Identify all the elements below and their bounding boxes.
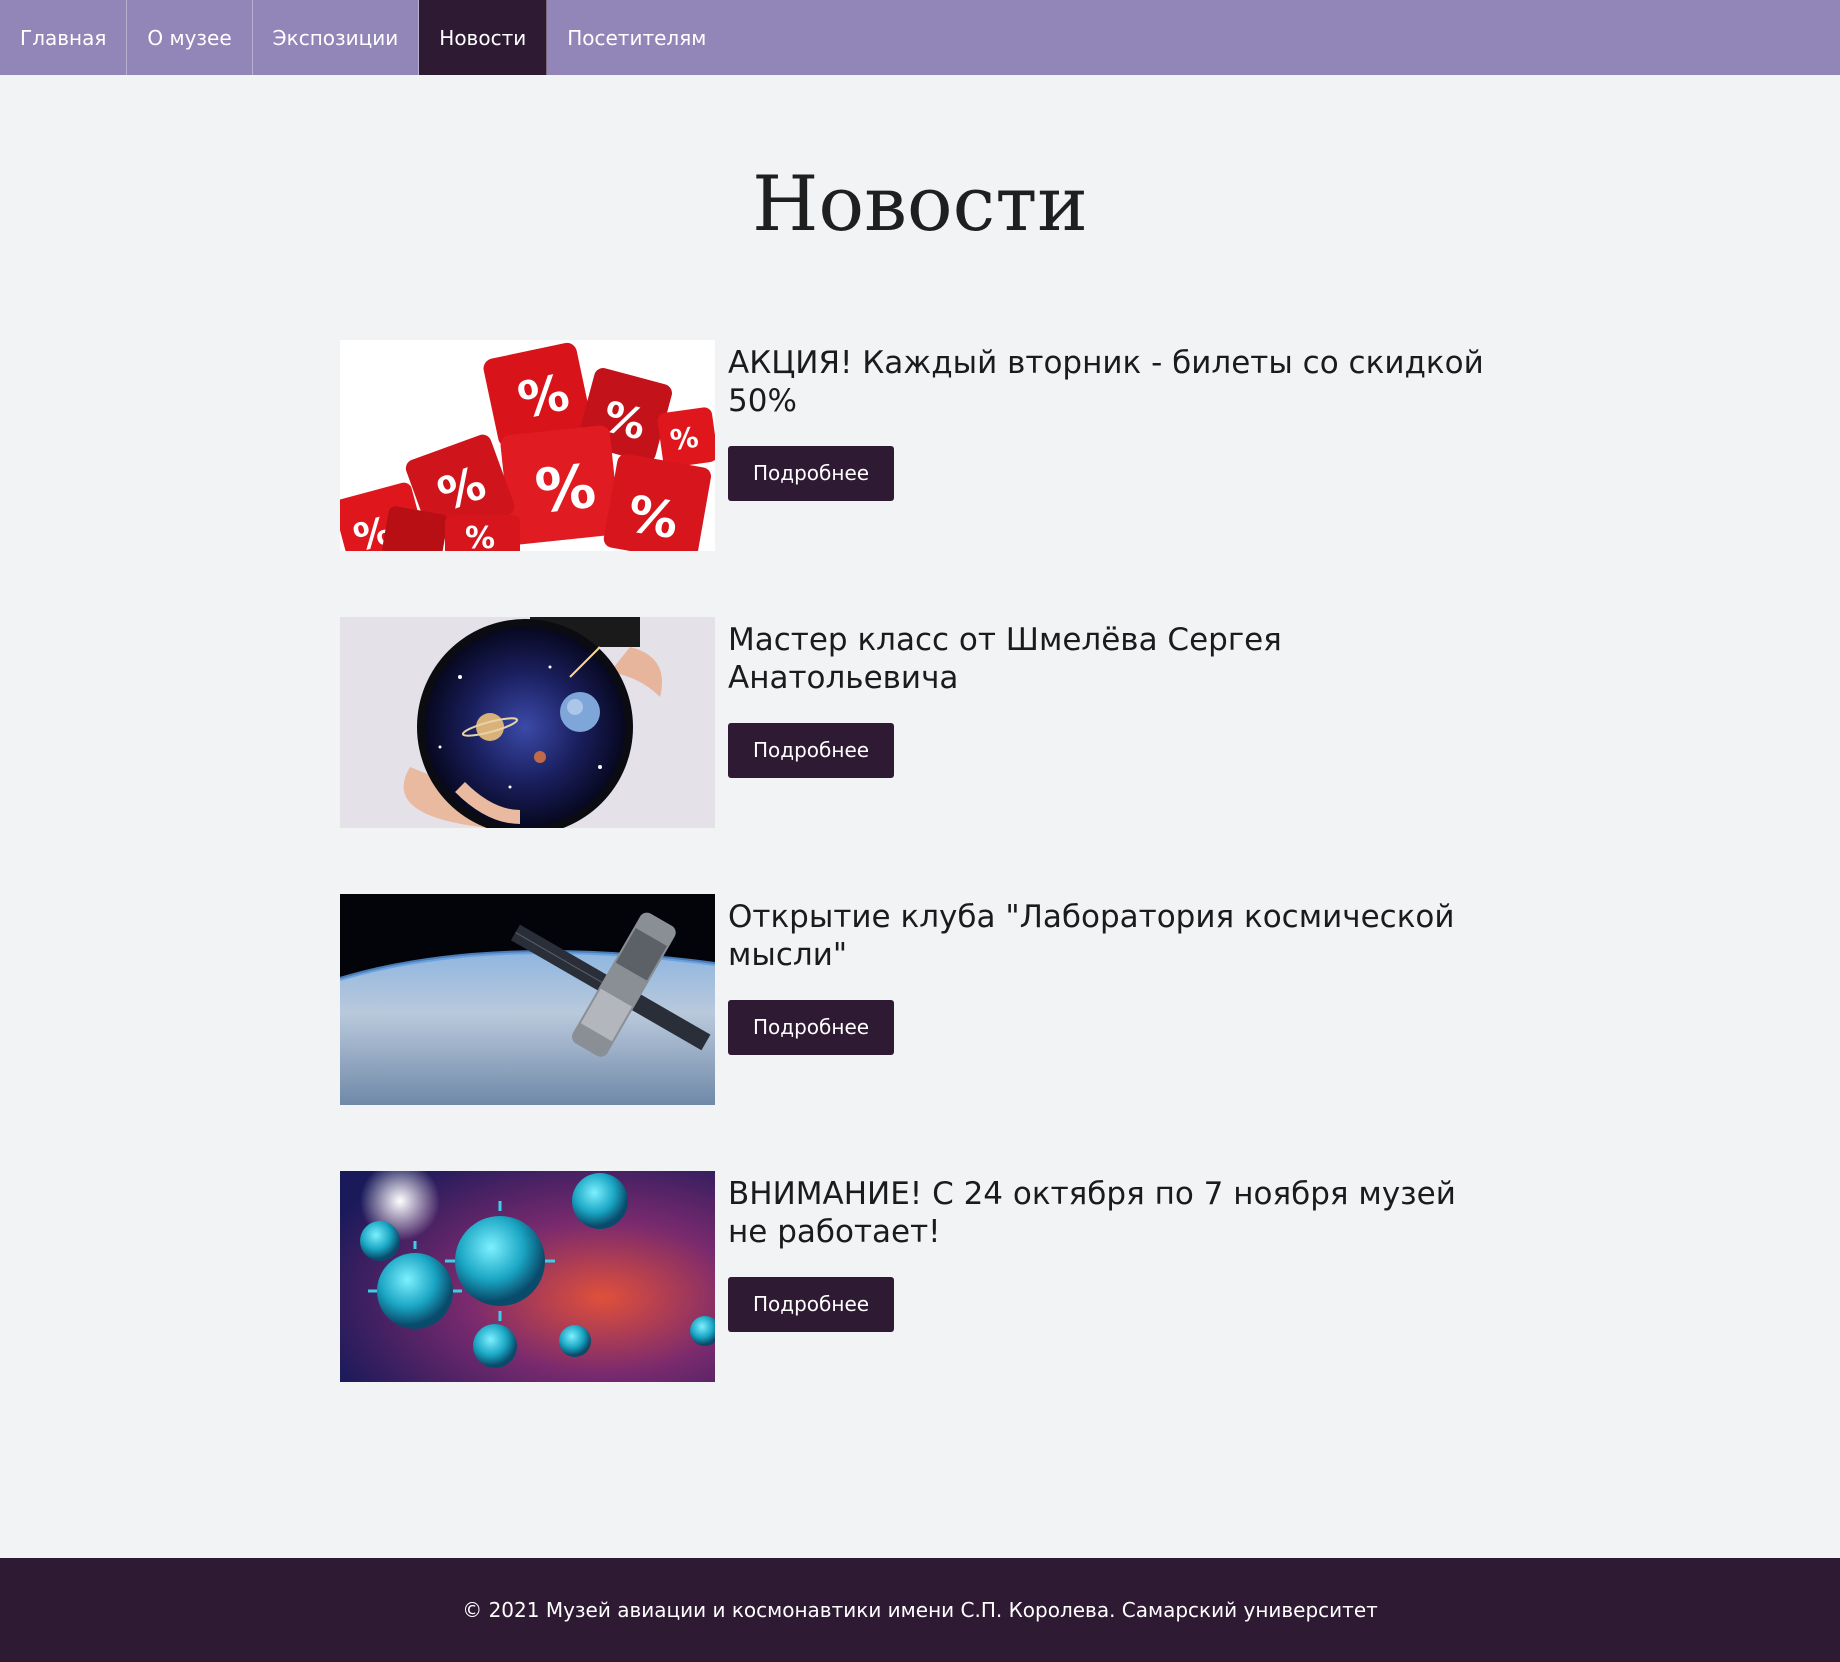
cosmos-bag-image[interactable] bbox=[340, 617, 715, 828]
svg-text:%: % bbox=[532, 451, 599, 527]
news-item: Открытие клуба "Лаборатория космической … bbox=[340, 894, 1500, 1105]
virus-image[interactable] bbox=[340, 1171, 715, 1382]
nav-item-visitors[interactable]: Посетителям bbox=[547, 0, 726, 75]
news-body: АКЦИЯ! Каждый вторник - билеты со скидко… bbox=[728, 340, 1500, 551]
news-body: ВНИМАНИЕ! С 24 октября по 7 ноября музей… bbox=[728, 1171, 1500, 1382]
news-list: % % % % % % % % АКЦИЯ! Каждый вторник - … bbox=[340, 340, 1500, 1448]
nav-item-expositions[interactable]: Экспозиции bbox=[253, 0, 420, 75]
nav-item-about[interactable]: О музее bbox=[127, 0, 253, 75]
more-button[interactable]: Подробнее bbox=[728, 723, 895, 778]
news-body: Открытие клуба "Лаборатория космической … bbox=[728, 894, 1500, 1105]
more-button[interactable]: Подробнее bbox=[728, 446, 895, 501]
news-item: ВНИМАНИЕ! С 24 октября по 7 ноября музей… bbox=[340, 1171, 1500, 1382]
discount-dice-image[interactable]: % % % % % % % % bbox=[340, 340, 715, 551]
news-body: Мастер класс от Шмелёва Сергея Анатольев… bbox=[728, 617, 1500, 828]
news-title[interactable]: ВНИМАНИЕ! С 24 октября по 7 ноября музей… bbox=[728, 1175, 1500, 1251]
footer-copyright: © 2021 Музей авиации и космонавтики имен… bbox=[462, 1598, 1378, 1622]
top-navigation: Главная О музее Экспозиции Новости Посет… bbox=[0, 0, 1840, 75]
svg-text:%: % bbox=[465, 521, 495, 551]
svg-text:%: % bbox=[623, 485, 682, 551]
satellite-earth-image[interactable] bbox=[340, 894, 715, 1105]
page-title: Новости bbox=[752, 159, 1088, 248]
news-item: Мастер класс от Шмелёва Сергея Анатольев… bbox=[340, 617, 1500, 828]
more-button[interactable]: Подробнее bbox=[728, 1000, 895, 1055]
news-title[interactable]: АКЦИЯ! Каждый вторник - билеты со скидко… bbox=[728, 344, 1500, 420]
more-button[interactable]: Подробнее bbox=[728, 1277, 895, 1332]
news-item: % % % % % % % % АКЦИЯ! Каждый вторник - … bbox=[340, 340, 1500, 551]
nav-item-news[interactable]: Новости bbox=[419, 0, 548, 75]
svg-text:%: % bbox=[668, 421, 700, 458]
news-title[interactable]: Открытие клуба "Лаборатория космической … bbox=[728, 898, 1500, 974]
nav-item-home[interactable]: Главная bbox=[0, 0, 128, 75]
news-title[interactable]: Мастер класс от Шмелёва Сергея Анатольев… bbox=[728, 621, 1500, 697]
footer: © 2021 Музей авиации и космонавтики имен… bbox=[0, 1558, 1840, 1662]
